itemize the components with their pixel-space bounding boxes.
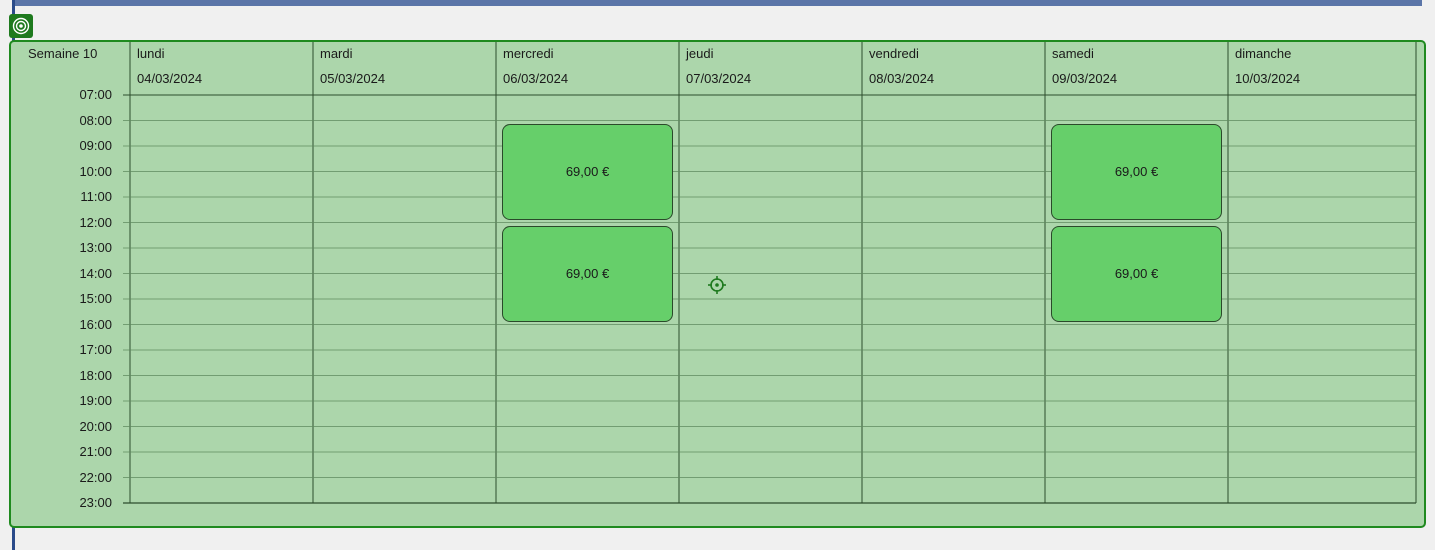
day-date: 10/03/2024 — [1235, 71, 1301, 86]
calendar-event[interactable]: 69,00 € — [502, 225, 673, 322]
event-price-label: 69,00 € — [1114, 164, 1159, 179]
day-name-vendredi: vendredi — [869, 46, 919, 61]
hour-label: 16:00 — [79, 316, 112, 332]
event-price-label: 69,00 € — [565, 164, 610, 179]
day-date: 08/03/2024 — [869, 71, 935, 86]
hour-label: 17:00 — [79, 342, 112, 357]
day-date: 05/03/2024 — [320, 71, 386, 86]
hour-label: 08:00 — [79, 112, 112, 128]
hour-label: 11:00 — [80, 189, 112, 204]
calendar-event[interactable]: 69,00 € — [1051, 225, 1222, 322]
hour-label: 09:00 — [79, 138, 112, 153]
day-name-mardi: mardi — [320, 46, 353, 61]
hour-label: 20:00 — [79, 418, 112, 434]
event-price-label: 69,00 € — [1114, 266, 1159, 281]
day-name-lundi: lundi — [137, 46, 165, 61]
hour-label: 18:00 — [79, 367, 112, 383]
hour-label: 14:00 — [79, 265, 112, 281]
hour-label: 22:00 — [79, 469, 112, 485]
crosshair-icon — [707, 275, 727, 295]
event-price-label: 69,00 € — [565, 266, 610, 281]
hour-label: 13:00 — [79, 240, 112, 255]
day-date: 06/03/2024 — [503, 71, 569, 86]
day-date: 04/03/2024 — [137, 71, 203, 86]
day-name-mercredi: mercredi — [503, 46, 554, 61]
day-date: 09/03/2024 — [1052, 71, 1118, 86]
day-name-jeudi: jeudi — [686, 46, 714, 61]
day-name-samedi: samedi — [1052, 46, 1094, 61]
hour-label: 19:00 — [79, 393, 112, 408]
hour-label: 07:00 — [79, 87, 112, 102]
hour-label: 15:00 — [79, 291, 112, 306]
calendar-event[interactable]: 69,00 € — [1051, 123, 1222, 220]
hour-label: 23:00 — [79, 495, 112, 510]
hour-label: 10:00 — [79, 163, 112, 179]
calendar-event[interactable]: 69,00 € — [502, 123, 673, 220]
day-name-dimanche: dimanche — [1235, 46, 1292, 61]
hour-label: 12:00 — [79, 214, 112, 230]
hour-label: 21:00 — [79, 444, 112, 459]
day-date: 07/03/2024 — [686, 71, 752, 86]
week-number-label: Semaine 10 — [28, 46, 98, 61]
